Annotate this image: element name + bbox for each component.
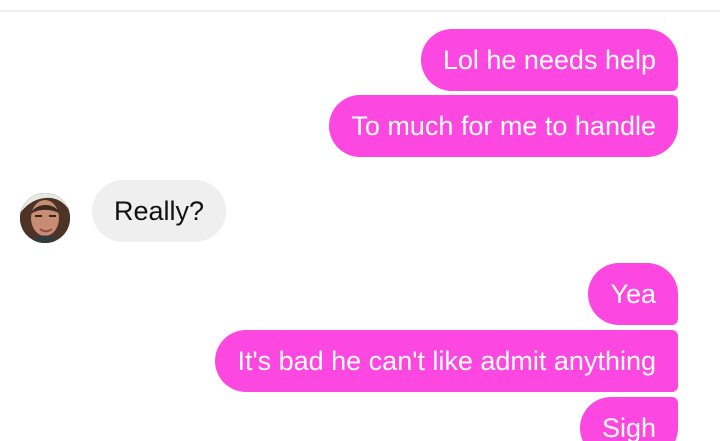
contact-avatar[interactable] — [20, 193, 70, 243]
chat-thread: Lol he needs help To much for me to hand… — [0, 0, 720, 441]
top-divider — [0, 0, 720, 14]
outgoing-message-bubble[interactable]: It's bad he can't like admit anything — [215, 330, 678, 392]
profile-photo-icon — [20, 193, 70, 243]
outgoing-message-bubble[interactable]: Sigh — [579, 397, 678, 441]
outgoing-message-bubble[interactable]: Lol he needs help — [420, 29, 678, 91]
outgoing-message-bubble[interactable]: To much for me to handle — [329, 95, 678, 157]
incoming-message-bubble[interactable]: Really? — [92, 180, 227, 242]
outgoing-message-bubble[interactable]: Yea — [588, 263, 678, 325]
